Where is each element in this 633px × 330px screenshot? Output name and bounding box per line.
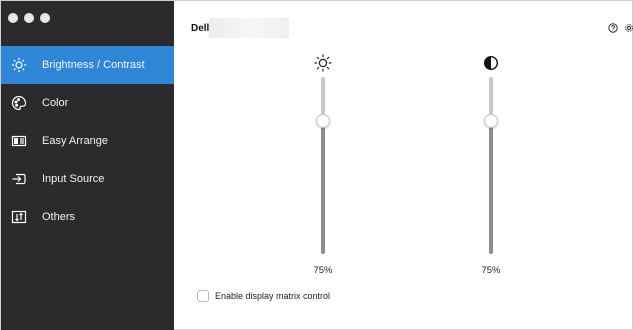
matrix-control-option[interactable]: Enable display matrix control <box>197 290 330 302</box>
contrast-value: 75% <box>481 265 501 276</box>
sidebar-item-brightness-contrast[interactable]: Brightness / Contrast <box>1 46 174 84</box>
app-window: Brightness / Contrast Color Easy Arrange… <box>0 0 633 330</box>
sidebar-item-label: Color <box>42 97 69 109</box>
brightness-slider-handle[interactable] <box>316 114 330 129</box>
matrix-control-label: Enable display matrix control <box>215 291 331 301</box>
brightness-slider-fill <box>321 121 325 254</box>
main-panel: Dell 75% 75% Enable display matrix contr… <box>174 1 633 330</box>
sidebar-item-color[interactable]: Color <box>1 84 174 122</box>
sidebar-item-others[interactable]: Others <box>1 198 174 236</box>
sidebar-item-easy-arrange[interactable]: Easy Arrange <box>1 122 174 160</box>
gear-icon[interactable] <box>624 23 633 33</box>
sidebar: Brightness / Contrast Color Easy Arrange… <box>1 1 174 330</box>
sidebar-nav: Brightness / Contrast Color Easy Arrange… <box>1 46 174 236</box>
contrast-icon <box>481 53 501 73</box>
sort-icon <box>10 208 28 226</box>
layout-icon <box>10 132 28 150</box>
sidebar-item-label: Brightness / Contrast <box>42 59 145 71</box>
contrast-slider-handle[interactable] <box>484 114 498 129</box>
contrast-slider-fill <box>489 121 493 254</box>
sidebar-item-label: Easy Arrange <box>42 135 109 147</box>
sidebar-item-input-source[interactable]: Input Source <box>1 160 174 198</box>
input-icon <box>10 170 28 188</box>
monitor-brand: Dell <box>191 23 210 34</box>
matrix-control-checkbox[interactable] <box>197 290 209 302</box>
header: Dell <box>174 18 633 38</box>
close-window-button[interactable] <box>8 13 18 23</box>
monitor-model-redacted <box>209 18 289 38</box>
minimize-window-button[interactable] <box>24 13 34 23</box>
zoom-window-button[interactable] <box>40 13 50 23</box>
help-icon[interactable] <box>608 23 618 33</box>
sidebar-item-label: Others <box>42 211 76 223</box>
brightness-value: 75% <box>313 265 333 276</box>
window-controls <box>8 13 50 25</box>
sidebar-item-label: Input Source <box>42 173 105 185</box>
sun-icon <box>313 53 333 73</box>
header-actions <box>608 23 633 33</box>
palette-icon <box>10 94 28 112</box>
sun-icon <box>10 56 28 74</box>
